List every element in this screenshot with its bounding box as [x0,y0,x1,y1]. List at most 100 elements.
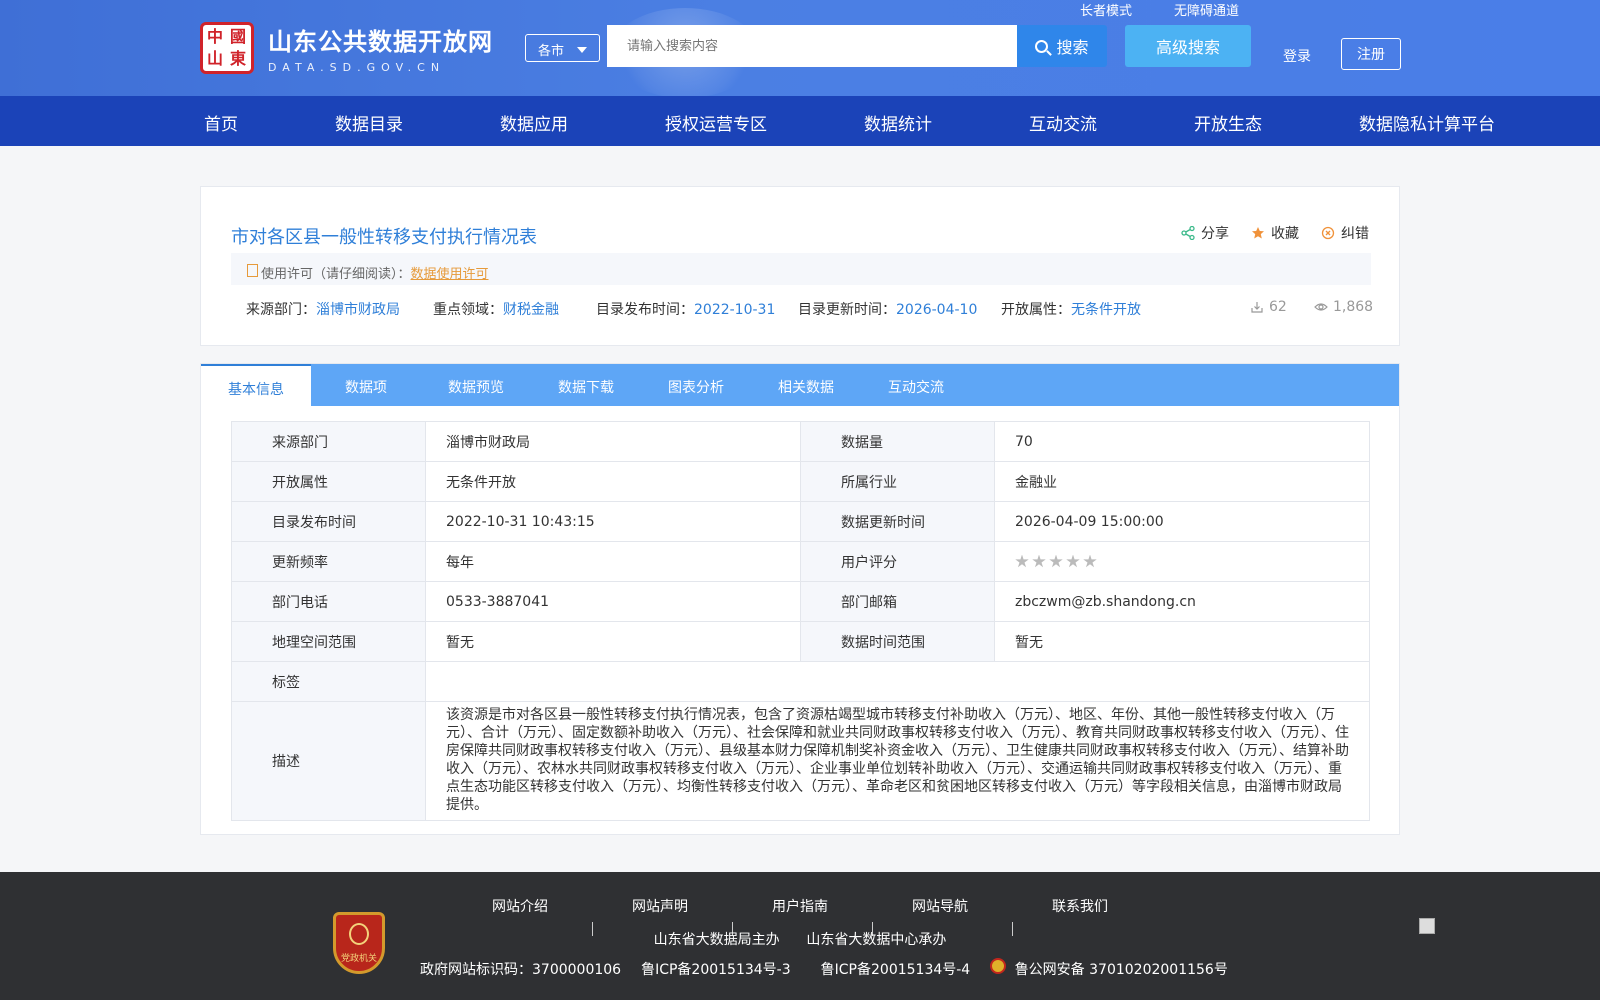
nav-authorized-ops[interactable]: 授权运营专区 [665,110,767,135]
download-count: 62 [1250,299,1287,315]
table-value: 2022-10-31 10:43:15 [425,501,801,542]
source-label: 来源部门： [246,302,316,318]
advanced-search-button[interactable]: 高级搜索 [1125,25,1251,67]
footer-link-contact[interactable]: 联系我们 [1052,896,1108,916]
view-count-value: 1,868 [1333,299,1374,315]
footer-link-statement[interactable]: 网站声明 [632,896,688,916]
table-label: 数据量 [800,421,995,462]
search-icon [1035,39,1049,53]
description-value: 该资源是市对各区县一般性转移支付执行情况表，包含了资源枯竭型城市转移支付补助收入… [425,701,1370,821]
license-link[interactable]: 数据使用许可 [411,263,489,282]
table-value: 金融业 [994,461,1370,502]
footer-host: 山东省大数据局主办 山东省大数据中心承办 [0,929,1600,949]
table-row: 更新频率 每年 用户评分 [231,541,1370,582]
publish-label: 目录发布时间： [596,302,694,318]
basic-info-table: 来源部门 淄博市财政局 数据量 70 开放属性 无条件开放 所属行业 金融业 目… [231,421,1370,821]
nav-statistics[interactable]: 数据统计 [864,110,932,135]
search-button[interactable]: 搜索 [1017,25,1107,67]
table-label: 所属行业 [800,461,995,502]
update-label: 目录更新时间： [798,302,896,318]
table-label: 部门电话 [231,581,426,622]
site-footer: 党政机关 网站介绍 网站声明 用户指南 网站导航 联系我们 山东省大数据局主办 … [0,872,1600,1000]
table-row: 目录发布时间 2022-10-31 10:43:15 数据更新时间 2026-0… [231,501,1370,542]
broken-image-icon [1419,918,1435,934]
share-button[interactable]: 分享 [1181,223,1229,243]
tab-related-data[interactable]: 相关数据 [751,364,861,406]
eye-icon [1314,303,1328,311]
footer-link-guide[interactable]: 用户指南 [772,896,828,916]
download-icon [1251,302,1263,313]
table-row: 标签 [231,661,1370,702]
tab-data-download[interactable]: 数据下载 [531,364,641,406]
site-logo[interactable]: 中國 山東 山东公共数据开放网 DATA.SD.GOV.CN [200,22,493,74]
dataset-detail-card: 基本信息 数据项 数据预览 数据下载 图表分析 相关数据 互动交流 来源部门 淄… [200,363,1400,835]
publish-value: 2022-10-31 [694,302,776,318]
favorite-button[interactable]: 收藏 [1251,223,1299,243]
star-icon[interactable] [1083,554,1097,568]
footer-registrations: 政府网站标识码：3700000106 鲁ICP备20015134号-3 鲁ICP… [420,958,1228,979]
search-input[interactable] [607,25,1017,67]
icp-link-4[interactable]: 鲁ICP备20015134号-4 [821,959,971,979]
footer-link-about[interactable]: 网站介绍 [492,896,548,916]
table-label: 目录发布时间 [231,501,426,542]
share-label: 分享 [1201,226,1229,242]
source-value[interactable]: 淄博市财政局 [316,302,400,318]
login-link[interactable]: 登录 [1283,46,1311,66]
region-select-label: 各市 [538,44,565,59]
dataset-summary-card: 市对各区县一般性转移支付执行情况表 分享 收藏 纠错 使用许可（请仔细阅读）： … [200,186,1400,346]
rating-stars[interactable] [1015,554,1369,569]
share-icon [1181,226,1195,240]
table-row: 地理空间范围 暂无 数据时间范围 暂无 [231,621,1370,662]
report-error-button[interactable]: 纠错 [1321,223,1369,243]
open-value: 无条件开放 [1071,302,1141,318]
download-count-value: 62 [1269,299,1287,315]
open-label: 开放属性： [1001,302,1071,318]
user-rating[interactable] [994,541,1370,582]
nav-applications[interactable]: 数据应用 [500,110,568,135]
table-label: 数据时间范围 [800,621,995,662]
table-value: 暂无 [425,621,801,662]
tab-interaction[interactable]: 互动交流 [861,364,971,406]
seal-icon: 中國 山東 [200,22,254,74]
nav-privacy-computing[interactable]: 数据隐私计算平台 [1359,110,1495,135]
nav-catalog[interactable]: 数据目录 [335,110,403,135]
star-icon[interactable] [1049,554,1063,568]
elder-mode-link[interactable]: 长者模式 [1080,0,1132,19]
accessibility-link[interactable]: 无障碍通道 [1174,0,1239,19]
nav-home[interactable]: 首页 [204,110,238,135]
tab-data-items[interactable]: 数据项 [311,364,421,406]
table-label: 开放属性 [231,461,426,502]
table-label: 来源部门 [231,421,426,462]
star-icon[interactable] [1015,554,1029,568]
icp-link-3[interactable]: 鲁ICP备20015134号-3 [641,959,791,979]
table-value: 70 [994,421,1370,462]
site-header: 中國 山東 山东公共数据开放网 DATA.SD.GOV.CN 长者模式 无障碍通… [0,0,1600,96]
register-button[interactable]: 注册 [1341,38,1401,70]
view-count: 1,868 [1314,299,1373,315]
table-value: 2026-04-09 15:00:00 [994,501,1370,542]
badge-label: 党政机关 [340,954,377,964]
tab-chart-analysis[interactable]: 图表分析 [641,364,751,406]
table-row: 来源部门 淄博市财政局 数据量 70 [231,421,1370,462]
table-value: 每年 [425,541,801,582]
table-value: 淄博市财政局 [425,421,801,462]
table-label: 用户评分 [800,541,995,582]
tab-basic-info[interactable]: 基本信息 [201,364,311,406]
tags-value [425,661,1370,702]
star-icon[interactable] [1032,554,1046,568]
gov-site-id: 政府网站标识码：3700000106 [420,961,622,978]
tab-data-preview[interactable]: 数据预览 [421,364,531,406]
footer-link-sitemap[interactable]: 网站导航 [912,896,968,916]
field-value[interactable]: 财税金融 [503,302,559,318]
nav-ecosystem[interactable]: 开放生态 [1194,110,1262,135]
region-select[interactable]: 各市 [525,34,600,62]
bookmark-icon [247,264,258,277]
nav-interaction[interactable]: 互动交流 [1029,110,1097,135]
license-label: 使用许可（请仔细阅读）： [261,267,411,282]
star-icon[interactable] [1066,554,1080,568]
police-record[interactable]: 鲁公网安备 37010202001156号 [990,958,1228,979]
table-label: 部门邮箱 [800,581,995,622]
table-label: 数据更新时间 [800,501,995,542]
detail-tabs: 基本信息 数据项 数据预览 数据下载 图表分析 相关数据 互动交流 [201,364,1399,406]
description-label: 描述 [231,701,426,821]
